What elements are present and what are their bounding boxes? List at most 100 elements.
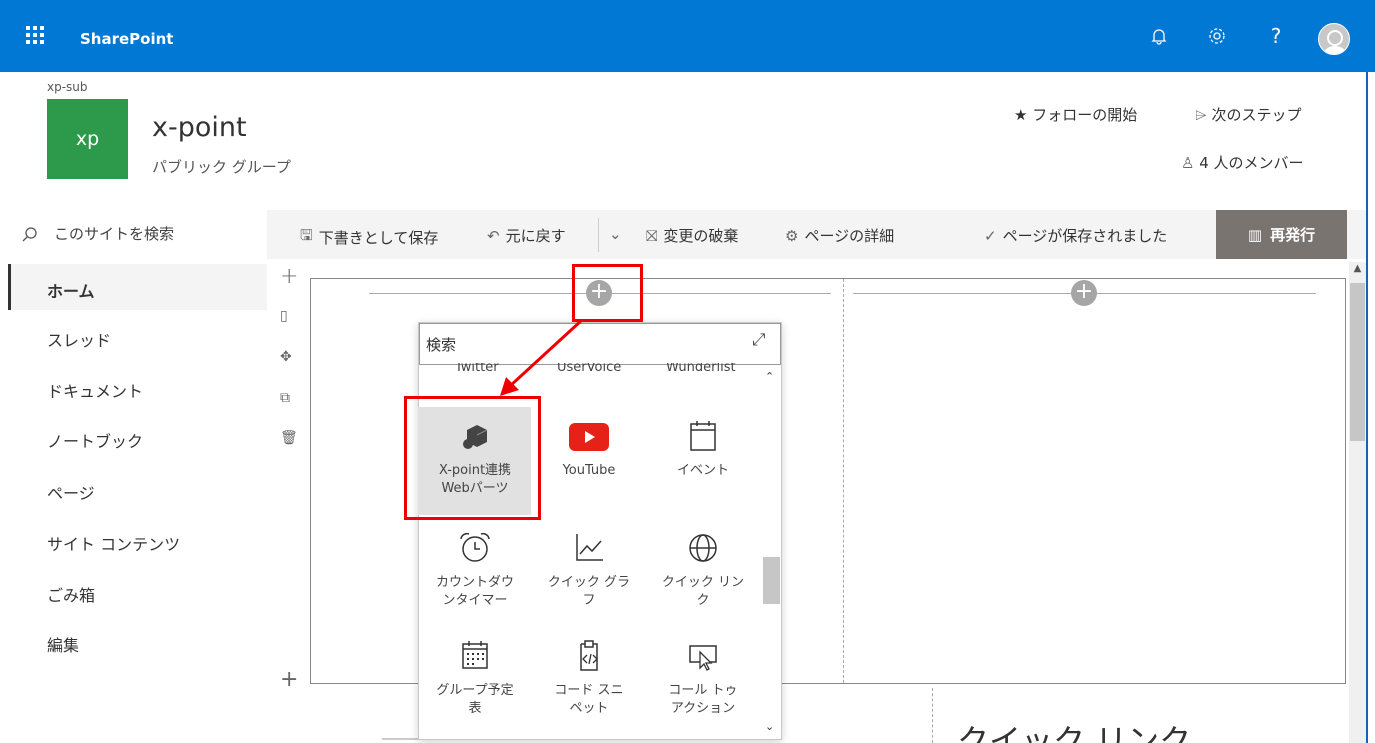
add-section-bottom-icon[interactable]: + [280, 667, 298, 692]
gear-icon[interactable] [1206, 25, 1228, 47]
chart-icon [576, 534, 603, 561]
tile-youtube[interactable]: YouTube [533, 418, 645, 480]
save-draft-button[interactable]: 🖫 下書きとして保存 [300, 225, 438, 250]
edit-section-icon[interactable]: ▯ [280, 308, 288, 324]
nav-item-threads[interactable]: スレッド [47, 327, 111, 351]
expand-icon[interactable]: ⤢ [752, 330, 774, 352]
nav-item-recycle-bin[interactable]: ごみ箱 [47, 582, 95, 606]
nav-item-home[interactable]: ホーム [47, 278, 95, 302]
saved-status-label: ページが保存されました [1002, 227, 1168, 245]
tile-label: イベント [676, 463, 729, 478]
saved-status: ✓ ページが保存されました [984, 225, 1167, 246]
book-icon: ▥ [1247, 225, 1263, 244]
next-steps-button[interactable]: ⌲ 次のステップ [1195, 104, 1302, 125]
tile-label: クイック リン ク [661, 575, 745, 608]
toolbox-scroll-down-icon[interactable]: ⌄ [765, 720, 774, 733]
delete-section-icon[interactable]: 🗑 [280, 430, 298, 446]
column-divider [843, 279, 844, 683]
undo-icon: ↶ [487, 226, 500, 245]
tile-quick-chart[interactable]: クイック グラ フ [533, 530, 645, 610]
save-icon: 🖫 [300, 226, 313, 244]
add-webpart-right-icon[interactable]: + [1071, 280, 1097, 306]
tile-quick-links[interactable]: クイック リン ク [647, 530, 759, 610]
nav-item-site-contents[interactable]: サイト コンテンツ [47, 531, 180, 555]
nav-item-documents[interactable]: ドキュメント [47, 378, 143, 402]
page-scrollbar-thumb[interactable] [1350, 283, 1365, 441]
nav-item-edit[interactable]: 編集 [47, 632, 79, 656]
toolbox-search[interactable] [419, 323, 781, 365]
toolbox-scrollbar-thumb[interactable] [763, 557, 780, 604]
discard-icon: ⛝ [646, 226, 658, 245]
toolbox-search-input[interactable] [426, 332, 746, 356]
avatar[interactable] [1318, 23, 1350, 55]
tile-call-to-action[interactable]: コール トゥ アクション [647, 638, 759, 718]
checkmark-icon: ✓ [984, 226, 997, 245]
search-placeholder: このサイトを検索 [54, 225, 175, 243]
sharepoint-brand[interactable]: SharePoint [80, 30, 173, 48]
tile-countdown-timer[interactable]: カウントダウ ンタイマー [419, 530, 531, 610]
site-title[interactable]: x-point [152, 112, 247, 143]
tile-label: グループ予定 表 [436, 683, 514, 716]
bell-icon[interactable] [1148, 25, 1170, 47]
members-button[interactable]: ♙ 4 人のメンバー [1181, 152, 1304, 173]
follow-label: フォローの開始 [1032, 106, 1138, 124]
gear-icon: ⚙ [785, 226, 799, 245]
tile-label: YouTube [562, 463, 616, 478]
group-calendar-icon [462, 641, 488, 669]
window-frame [1366, 72, 1368, 743]
page-details-button[interactable]: ⚙ ページの詳細 [785, 225, 894, 246]
page-details-label: ページの詳細 [804, 227, 895, 245]
tile-label: クイック グラ フ [547, 575, 631, 608]
discard-changes-button[interactable]: ⛝ 変更の破棄 [646, 225, 738, 246]
tile-uservoice-label[interactable]: UserVoice [557, 363, 621, 375]
chevron-down-icon: ⌄ [609, 225, 622, 243]
move-section-icon[interactable]: ✥ [280, 349, 292, 365]
tile-events[interactable]: イベント [647, 418, 759, 480]
undo-button[interactable]: ↶ 元に戻す [487, 225, 566, 246]
site-breadcrumb[interactable]: xp-sub [47, 80, 88, 94]
divider [598, 218, 599, 252]
duplicate-section-icon[interactable]: ⧉ [280, 390, 290, 406]
waffle-icon[interactable] [26, 26, 44, 44]
call-to-action-icon [689, 645, 717, 671]
site-logo[interactable]: xp [47, 99, 128, 179]
nav-item-notebook[interactable]: ノートブック [47, 428, 143, 452]
tile-code-snippet[interactable]: コード スニ ペット [533, 638, 645, 718]
annotation-box-xpoint-tile [404, 396, 541, 520]
republish-label: 再発行 [1270, 226, 1316, 244]
calendar-icon [690, 421, 716, 451]
tile-group-calendar[interactable]: グループ予定 表 [419, 638, 531, 718]
save-draft-label: 下書きとして保存 [318, 229, 439, 247]
site-search[interactable]: このサイトを検索 [22, 223, 174, 244]
undo-label: 元に戻す [505, 227, 566, 245]
quick-links-heading: クイック リンク [957, 722, 1192, 743]
lower-column-divider [932, 688, 933, 743]
flag-icon: ⌲ [1195, 106, 1207, 124]
star-icon: ★ [1014, 106, 1028, 124]
help-icon[interactable]: ? [1265, 24, 1287, 48]
annotation-box-add-button [572, 264, 643, 322]
nav-active-indicator [8, 264, 11, 310]
alarm-clock-icon [460, 532, 490, 562]
toolbox-scrollbar[interactable] [763, 370, 780, 738]
discard-label: 変更の破棄 [663, 227, 739, 245]
person-icon: ♙ [1181, 154, 1195, 172]
search-icon [22, 226, 37, 241]
suite-bar: SharePoint ? [0, 0, 1375, 72]
republish-button[interactable]: ▥ 再発行 [1216, 210, 1347, 259]
follow-button[interactable]: ★ フォローの開始 [1014, 104, 1137, 125]
globe-icon [689, 534, 717, 562]
undo-dropdown[interactable]: ⌄ [609, 225, 622, 243]
next-steps-label: 次のステップ [1211, 106, 1302, 124]
add-section-icon[interactable]: + [280, 264, 298, 289]
tile-label: コード スニ ペット [554, 683, 624, 716]
nav-item-pages[interactable]: ページ [47, 480, 95, 504]
tile-wunderlist-label[interactable]: Wunderlist [666, 363, 736, 375]
site-subtitle: パブリック グループ [152, 158, 291, 176]
toolbox-scroll-up-icon[interactable]: ⌃ [765, 370, 774, 383]
youtube-icon [569, 423, 609, 451]
members-label: 4 人のメンバー [1199, 154, 1304, 172]
tile-label: コール トゥ アクション [668, 683, 738, 716]
tile-twitter-label[interactable]: Twitter [455, 363, 499, 375]
scroll-up-icon[interactable]: ▲ [1350, 263, 1365, 278]
